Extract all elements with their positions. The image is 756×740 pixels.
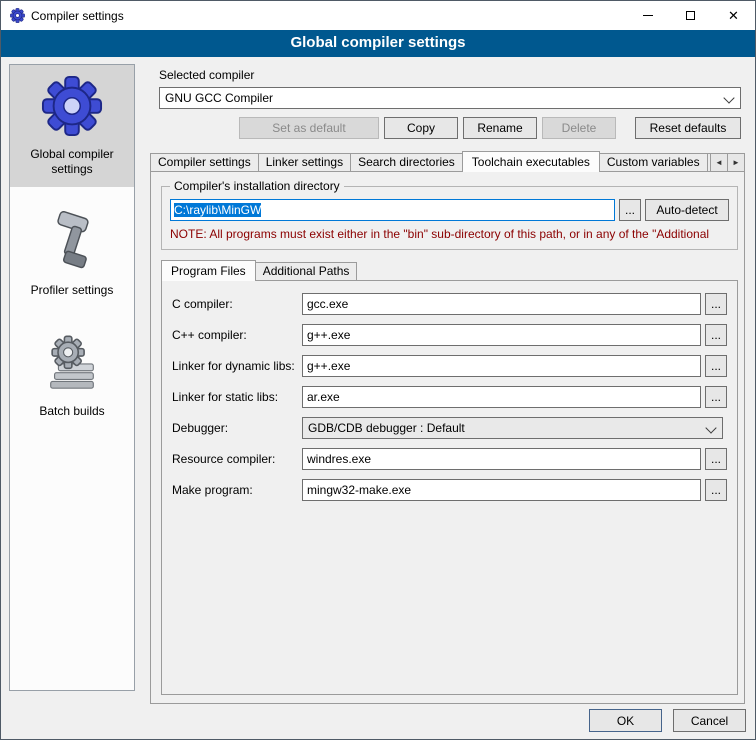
cancel-button[interactable]: Cancel: [673, 709, 746, 732]
rename-button[interactable]: Rename: [463, 117, 537, 139]
minimize-button[interactable]: [626, 1, 669, 30]
compiler-actions: Set as default Copy Rename Delete Reset …: [159, 117, 741, 139]
tab-compiler-settings[interactable]: Compiler settings: [150, 153, 259, 172]
batch-builds-icon: [41, 332, 103, 394]
field-row-cpp-compiler: C++ compiler: ...: [172, 324, 727, 346]
browse-resource-compiler-button[interactable]: ...: [705, 448, 727, 470]
make-program-input[interactable]: [302, 479, 701, 501]
compiler-select[interactable]: GNU GCC Compiler: [159, 87, 741, 109]
browse-dynamic-linker-button[interactable]: ...: [705, 355, 727, 377]
browse-c-compiler-button[interactable]: ...: [705, 293, 727, 315]
sidebar-item-label: Batch builds: [12, 404, 132, 419]
close-button[interactable]: ✕: [712, 1, 755, 30]
field-row-static-linker: Linker for static libs: ...: [172, 386, 727, 408]
cpp-compiler-input[interactable]: [302, 324, 701, 346]
note-text: NOTE: All programs must exist either in …: [170, 227, 743, 241]
reset-defaults-button[interactable]: Reset defaults: [635, 117, 741, 139]
tab-additional-paths[interactable]: Additional Paths: [255, 262, 358, 281]
right-arrow-icon: ►: [732, 158, 740, 167]
app-icon: [10, 8, 25, 23]
tab-linker-settings[interactable]: Linker settings: [258, 153, 351, 172]
c-compiler-label: C compiler:: [172, 297, 302, 311]
compiler-select-value: GNU GCC Compiler: [165, 91, 273, 105]
debugger-select[interactable]: GDB/CDB debugger : Default: [302, 417, 723, 439]
field-row-debugger: Debugger: GDB/CDB debugger : Default: [172, 417, 727, 439]
browse-static-linker-button[interactable]: ...: [705, 386, 727, 408]
compiler-settings-dialog: Compiler settings ✕ Global compiler sett…: [0, 0, 756, 740]
profiler-icon: [41, 211, 103, 273]
dialog-header: Global compiler settings: [1, 30, 755, 57]
installation-directory-row: C:\raylib\MinGW ... Auto-detect: [170, 199, 729, 221]
ok-button[interactable]: OK: [589, 709, 662, 732]
chevron-down-icon: [705, 422, 716, 433]
debugger-select-value: GDB/CDB debugger : Default: [308, 421, 465, 435]
sidebar-item-batch-builds[interactable]: Batch builds: [10, 322, 134, 429]
static-linker-input[interactable]: [302, 386, 701, 408]
installation-directory-value: C:\raylib\MinGW: [174, 203, 261, 217]
cpp-compiler-label: C++ compiler:: [172, 328, 302, 342]
tab-toolchain-executables[interactable]: Toolchain executables: [462, 151, 600, 172]
dynamic-linker-input[interactable]: [302, 355, 701, 377]
selected-compiler-label: Selected compiler: [159, 68, 254, 82]
settings-tabstrip: Compiler settings Linker settings Search…: [150, 151, 745, 172]
sidebar-item-global-compiler-settings[interactable]: Global compiler settings: [10, 65, 134, 187]
toolchain-executables-panel: Compiler's installation directory C:\ray…: [150, 171, 745, 704]
debugger-label: Debugger:: [172, 421, 302, 435]
field-row-dynamic-linker: Linker for dynamic libs: ...: [172, 355, 727, 377]
left-arrow-icon: ◄: [715, 158, 723, 167]
sidebar-item-label: Global compiler settings: [12, 147, 132, 177]
minimize-icon: [643, 15, 653, 16]
copy-button[interactable]: Copy: [384, 117, 458, 139]
main-panel: Selected compiler GNU GCC Compiler Set a…: [146, 64, 749, 709]
maximize-button[interactable]: [669, 1, 712, 30]
sidebar-item-profiler-settings[interactable]: Profiler settings: [10, 201, 134, 308]
browse-cpp-compiler-button[interactable]: ...: [705, 324, 727, 346]
programs-tabstrip: Program Files Additional Paths: [161, 260, 738, 281]
program-files-panel: C compiler: ... C++ compiler: ... Linker…: [161, 280, 738, 695]
tab-scroll-right-button[interactable]: ►: [727, 153, 745, 172]
set-as-default-button[interactable]: Set as default: [239, 117, 379, 139]
tab-search-directories[interactable]: Search directories: [350, 153, 463, 172]
dynamic-linker-label: Linker for dynamic libs:: [172, 359, 302, 373]
browse-directory-button[interactable]: ...: [619, 199, 641, 221]
maximize-icon: [686, 11, 695, 20]
field-row-resource-compiler: Resource compiler: ...: [172, 448, 727, 470]
tab-custom-variables[interactable]: Custom variables: [599, 153, 708, 172]
tab-scroll-controls: ◄ ►: [711, 153, 745, 172]
auto-detect-button[interactable]: Auto-detect: [645, 199, 729, 221]
delete-button[interactable]: Delete: [542, 117, 616, 139]
field-row-make-program: Make program: ...: [172, 479, 727, 501]
tab-scroll-left-button[interactable]: ◄: [710, 153, 728, 172]
field-row-c-compiler: C compiler: ...: [172, 293, 727, 315]
resource-compiler-input[interactable]: [302, 448, 701, 470]
close-icon: ✕: [728, 9, 739, 22]
resource-compiler-label: Resource compiler:: [172, 452, 302, 466]
installation-directory-group: Compiler's installation directory C:\ray…: [161, 186, 738, 250]
sidebar-item-label: Profiler settings: [12, 283, 132, 298]
browse-make-program-button[interactable]: ...: [705, 479, 727, 501]
chevron-down-icon: [723, 92, 734, 103]
c-compiler-input[interactable]: [302, 293, 701, 315]
static-linker-label: Linker for static libs:: [172, 390, 302, 404]
gear-blue-icon: [41, 75, 103, 137]
titlebar: Compiler settings ✕: [1, 1, 755, 30]
sidebar: Global compiler settings Profiler settin…: [9, 64, 135, 691]
installation-directory-group-label: Compiler's installation directory: [170, 179, 344, 193]
tab-program-files[interactable]: Program Files: [161, 260, 256, 281]
make-program-label: Make program:: [172, 483, 302, 497]
window-title: Compiler settings: [31, 9, 124, 23]
installation-directory-input[interactable]: C:\raylib\MinGW: [170, 199, 615, 221]
